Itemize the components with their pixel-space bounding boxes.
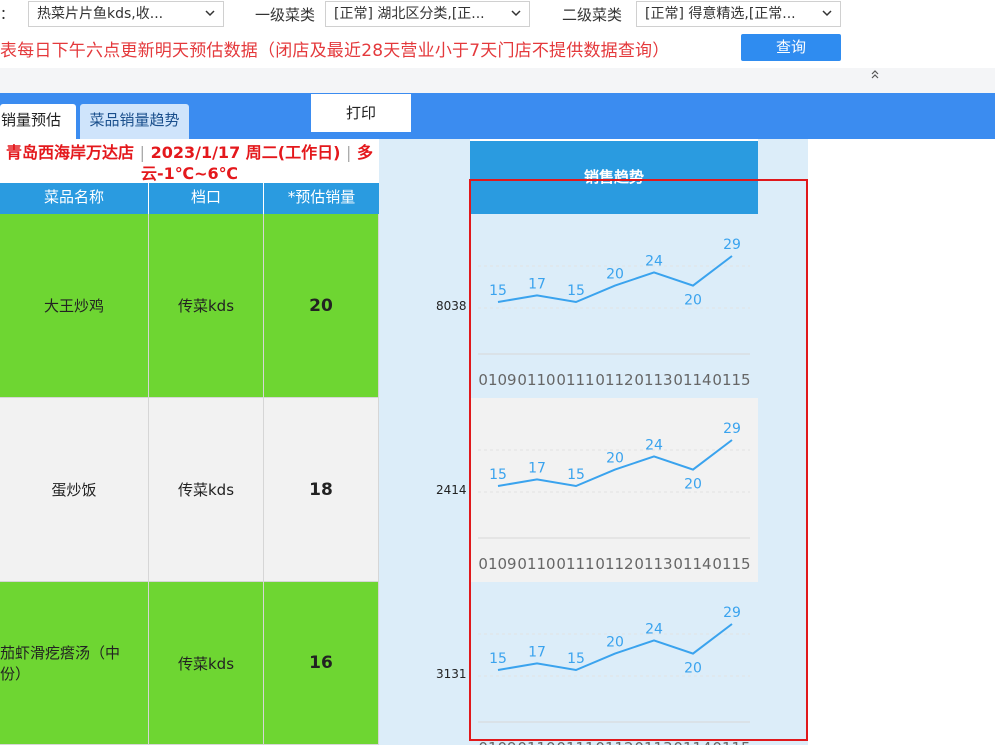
station: 传菜kds xyxy=(149,214,264,398)
level2-label: 二级菜类 xyxy=(562,6,623,24)
weather-part1: 多 xyxy=(356,143,373,162)
highlight-box xyxy=(469,179,808,741)
tab-sales-forecast[interactable]: 品销量预估 xyxy=(0,104,76,139)
table-row: 大王炒鸡 传菜kds 20 xyxy=(0,214,379,398)
store-date: 2023/1/17 周二(工作日) xyxy=(150,143,341,162)
header-forecast-qty: *预估销量 xyxy=(287,188,356,206)
forecast-qty[interactable]: 18 xyxy=(264,398,379,582)
forecast-qty[interactable]: 20 xyxy=(264,214,379,398)
separator: | xyxy=(139,143,145,162)
table-row: 蛋炒饭 传菜kds 18 xyxy=(0,398,379,582)
kds-select-value: 热菜片片鱼kds,收... xyxy=(37,6,164,22)
level2-select[interactable]: [正常] 得意精选,[正常... xyxy=(636,1,841,27)
weather-part2: 云-1℃~6℃ xyxy=(140,164,239,183)
header-station: 档口 xyxy=(149,183,264,214)
collapse-band xyxy=(0,68,995,93)
query-button[interactable]: 查询 xyxy=(741,34,841,61)
row-code: 8038 xyxy=(436,299,467,313)
print-button[interactable]: 打印 xyxy=(311,94,411,132)
station: 传菜kds xyxy=(149,582,264,745)
dish-name: 蛋炒饭 xyxy=(0,398,149,582)
kds-select[interactable]: 热菜片片鱼kds,收... xyxy=(28,1,224,27)
separator: | xyxy=(345,143,352,162)
row-code: 3131 xyxy=(436,667,467,681)
dish-name: 大王炒鸡 xyxy=(0,214,149,398)
filter-colon: ： xyxy=(0,7,14,23)
code-column-bg xyxy=(379,139,470,745)
store-info: 青岛西海岸万达店 | 2023/1/17 周二(工作日) | 多 云-1℃~6℃ xyxy=(0,142,379,184)
table-header: 菜品名称 档口 *预估销量 xyxy=(0,183,379,214)
chevron-down-icon xyxy=(822,10,832,17)
data-notice: 表每日下午六点更新明天预估数据（闭店及最近28天营业小于7天门店不提供数据查询） xyxy=(0,41,670,61)
store-name: 青岛西海岸万达店 xyxy=(6,143,135,162)
table-row: 茄虾滑疙瘩汤（中份） 传菜kds 16 xyxy=(0,582,379,745)
level1-select-value: [正常] 湖北区分类,[正... xyxy=(334,6,485,22)
header-dish-name: 菜品名称 xyxy=(0,183,149,214)
station: 传菜kds xyxy=(149,398,264,582)
forecast-qty[interactable]: 16 xyxy=(264,582,379,745)
collapse-up-icon[interactable] xyxy=(869,68,881,80)
tab-sales-trend[interactable]: 菜品销量趋势 xyxy=(80,104,189,139)
chevron-down-icon xyxy=(511,10,521,17)
tab-sales-forecast-label: 品销量预估 xyxy=(0,111,62,129)
chevron-down-icon xyxy=(205,10,215,17)
row-code: 2414 xyxy=(436,483,467,497)
dish-name: 茄虾滑疙瘩汤（中份） xyxy=(0,582,149,745)
level1-select[interactable]: [正常] 湖北区分类,[正... xyxy=(325,1,530,27)
level1-label: 一级菜类 xyxy=(255,6,316,24)
level2-select-value: [正常] 得意精选,[正常... xyxy=(645,6,796,22)
